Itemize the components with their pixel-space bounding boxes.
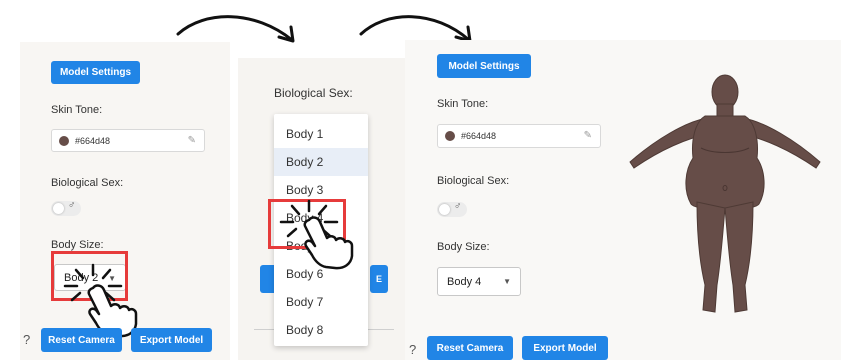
pointer-hand-icon xyxy=(303,216,354,270)
bio-sex-label: Biological Sex: xyxy=(274,86,353,100)
skin-tone-value: #664d48 xyxy=(75,135,111,146)
dropdown-option[interactable]: Body 7 xyxy=(274,288,368,316)
export-model-button[interactable]: Export Model xyxy=(522,336,608,360)
skin-tone-value: #664d48 xyxy=(461,131,497,141)
dropdown-option[interactable]: Body 1 xyxy=(274,120,368,148)
toggle-knob xyxy=(439,204,450,215)
color-swatch-icon xyxy=(59,135,69,146)
body-model-3d[interactable] xyxy=(625,70,825,326)
color-swatch-icon xyxy=(445,131,455,141)
reset-camera-button[interactable]: Reset Camera xyxy=(41,328,122,352)
pencil-icon[interactable]: ✎ xyxy=(584,130,592,141)
tutorial-stage: Model Settings Skin Tone: #664d48 ✎ Biol… xyxy=(0,0,841,360)
body-size-label: Body Size: xyxy=(437,241,490,253)
help-icon[interactable]: ? xyxy=(23,332,30,347)
pencil-icon[interactable]: ✎ xyxy=(188,135,196,146)
male-icon: ♂ xyxy=(68,200,76,211)
skin-tone-label: Skin Tone: xyxy=(51,104,103,116)
export-model-button[interactable]: E xyxy=(370,265,388,293)
bio-sex-toggle[interactable]: ♂ xyxy=(437,201,467,217)
chevron-down-icon: ▼ xyxy=(503,277,511,286)
skin-tone-field[interactable]: #664d48 ✎ xyxy=(437,124,601,148)
body-size-select[interactable]: Body 4 ▼ xyxy=(437,267,521,296)
toggle-knob xyxy=(53,203,64,214)
help-icon[interactable]: ? xyxy=(409,342,416,357)
bio-sex-label: Biological Sex: xyxy=(51,177,124,189)
body-size-label: Body Size: xyxy=(51,239,104,251)
export-model-button[interactable]: Export Model xyxy=(131,328,212,352)
model-settings-button[interactable]: Model Settings xyxy=(437,54,531,78)
dropdown-option-selected[interactable]: Body 2 xyxy=(274,148,368,176)
skin-tone-field[interactable]: #664d48 ✎ xyxy=(51,129,205,152)
bio-sex-label: Biological Sex: xyxy=(437,175,510,187)
model-settings-button[interactable]: Model Settings xyxy=(51,61,140,84)
skin-tone-label: Skin Tone: xyxy=(437,98,489,110)
bio-sex-toggle[interactable]: ♂ xyxy=(51,200,81,216)
male-icon: ♂ xyxy=(454,201,462,212)
body-size-value: Body 4 xyxy=(447,275,482,288)
dropdown-option[interactable]: Body 8 xyxy=(274,316,368,344)
reset-camera-button[interactable]: Reset Camera xyxy=(427,336,513,360)
